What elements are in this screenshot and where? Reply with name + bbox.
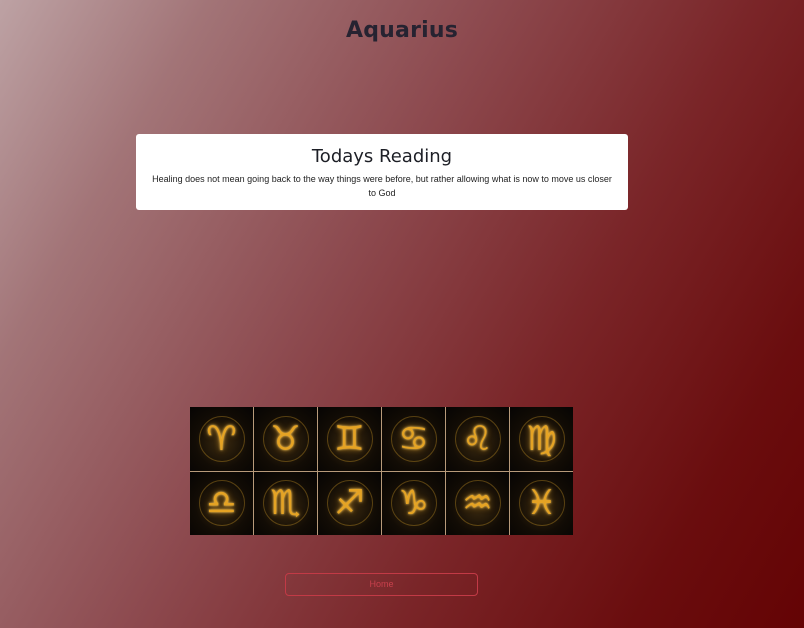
pisces-icon: ♓	[526, 483, 557, 524]
zodiac-tile-sagittarius[interactable]: ♐	[318, 471, 381, 535]
sagittarius-icon: ♐	[334, 483, 365, 524]
aquarius-icon: ♒	[462, 483, 493, 524]
zodiac-tile-capricorn[interactable]: ♑	[382, 471, 445, 535]
zodiac-tile-taurus[interactable]: ♉	[254, 407, 317, 471]
zodiac-tile-scorpio[interactable]: ♏	[254, 471, 317, 535]
virgo-icon: ♍	[526, 418, 557, 459]
capricorn-icon: ♑	[398, 483, 429, 524]
home-button[interactable]: Home	[285, 573, 478, 596]
zodiac-tile-cancer[interactable]: ♋	[382, 407, 445, 471]
reading-heading: Todays Reading	[311, 146, 453, 167]
reading-card: Todays Reading Healing does not mean goi…	[136, 134, 628, 210]
cancer-icon: ♋	[398, 418, 429, 459]
zodiac-tile-gemini[interactable]: ♊	[318, 407, 381, 471]
page-title: Aquarius	[345, 18, 459, 43]
taurus-icon: ♉	[270, 418, 301, 459]
leo-icon: ♌	[462, 418, 493, 459]
aries-icon: ♈	[206, 418, 237, 459]
gemini-icon: ♊	[334, 418, 365, 459]
zodiac-tile-aries[interactable]: ♈	[190, 407, 253, 471]
zodiac-tile-virgo[interactable]: ♍	[510, 407, 573, 471]
zodiac-grid: ♈ ♉ ♊ ♋ ♌ ♍ ♎ ♏ ♐ ♑ ♒ ♓	[190, 407, 573, 535]
zodiac-tile-libra[interactable]: ♎	[190, 471, 253, 535]
zodiac-tile-leo[interactable]: ♌	[446, 407, 509, 471]
scorpio-icon: ♏	[270, 483, 301, 524]
reading-text: Healing does not mean going back to the …	[152, 174, 612, 199]
libra-icon: ♎	[206, 483, 237, 524]
zodiac-tile-aquarius[interactable]: ♒	[446, 471, 509, 535]
zodiac-tile-pisces[interactable]: ♓	[510, 471, 573, 535]
